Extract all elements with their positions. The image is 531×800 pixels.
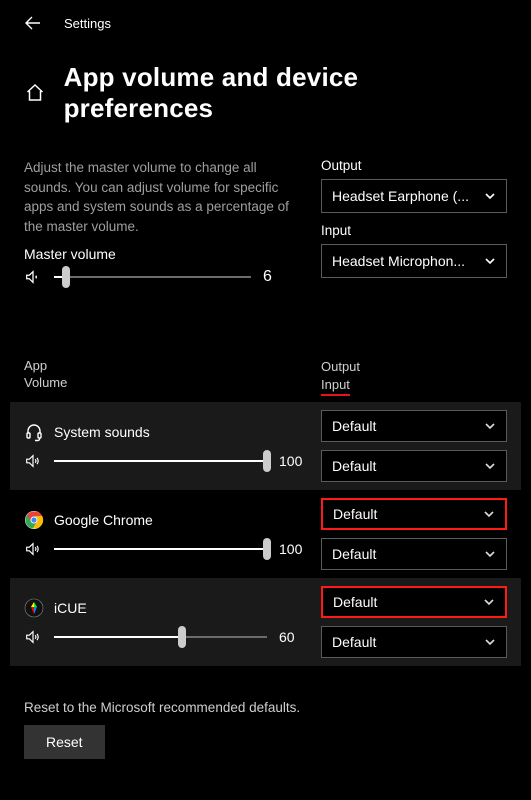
app-input-value: Default	[332, 458, 376, 474]
app-input-dropdown[interactable]: Default	[321, 626, 507, 658]
input-device-value: Headset Microphon...	[332, 253, 465, 269]
app-volume-slider[interactable]	[54, 548, 267, 550]
output-label: Output	[321, 158, 507, 173]
output-device-value: Headset Earphone (...	[332, 188, 469, 204]
app-output-dropdown[interactable]: Default	[321, 586, 507, 618]
master-volume-control: 6	[24, 268, 293, 286]
reset-description: Reset to the Microsoft recommended defau…	[24, 700, 507, 715]
chevron-down-icon	[484, 420, 496, 432]
title-bar: Settings	[24, 0, 507, 40]
chevron-down-icon	[483, 596, 495, 608]
speaker-icon[interactable]	[24, 628, 42, 646]
page-header: App volume and device preferences	[24, 62, 507, 124]
app-icon	[24, 422, 44, 442]
app-input-value: Default	[332, 634, 376, 650]
app-row: Google Chrome 100 Default Default	[24, 490, 507, 578]
speaker-icon[interactable]	[24, 452, 42, 470]
app-output-value: Default	[333, 506, 377, 522]
output-device-dropdown[interactable]: Headset Earphone (...	[321, 179, 507, 213]
app-volume-value: 100	[279, 541, 309, 557]
speaker-icon[interactable]	[24, 540, 42, 558]
app-volume-slider[interactable]	[54, 636, 267, 638]
chevron-down-icon	[484, 460, 496, 472]
app-volume-value: 100	[279, 453, 309, 469]
app-name: iCUE	[54, 600, 87, 616]
app-icon	[24, 510, 44, 530]
input-device-dropdown[interactable]: Headset Microphon...	[321, 244, 507, 278]
app-volume-value: 60	[279, 629, 309, 645]
header-input: Input	[321, 376, 350, 397]
home-button[interactable]	[24, 82, 46, 104]
app-name: System sounds	[54, 424, 150, 440]
chevron-down-icon	[484, 636, 496, 648]
header-output: Output	[321, 359, 360, 374]
app-row: iCUE 60 Default Default	[10, 578, 521, 666]
home-icon	[25, 83, 45, 103]
chevron-down-icon	[484, 255, 496, 267]
chevron-down-icon	[484, 190, 496, 202]
app-row: System sounds 100 Default Default	[10, 402, 521, 490]
app-input-dropdown[interactable]: Default	[321, 450, 507, 482]
reset-button[interactable]: Reset	[24, 725, 105, 759]
app-output-value: Default	[332, 418, 376, 434]
master-volume-label: Master volume	[24, 246, 293, 262]
input-label: Input	[321, 223, 507, 238]
app-output-dropdown[interactable]: Default	[321, 410, 507, 442]
speaker-icon[interactable]	[24, 268, 42, 286]
app-output-dropdown[interactable]: Default	[321, 498, 507, 530]
app-title: Settings	[64, 16, 111, 31]
app-name: Google Chrome	[54, 512, 153, 528]
back-button[interactable]	[24, 14, 42, 32]
master-volume-value: 6	[263, 268, 293, 286]
app-table-header: App Volume Output Input	[24, 358, 507, 396]
app-icon	[24, 598, 44, 618]
header-app: App	[24, 358, 47, 373]
header-volume: Volume	[24, 375, 67, 390]
page-description: Adjust the master volume to change all s…	[24, 158, 293, 236]
app-output-value: Default	[333, 594, 377, 610]
page-title: App volume and device preferences	[64, 62, 507, 124]
chevron-down-icon	[484, 548, 496, 560]
app-input-dropdown[interactable]: Default	[321, 538, 507, 570]
master-volume-slider[interactable]	[54, 276, 251, 278]
chevron-down-icon	[483, 508, 495, 520]
back-arrow-icon	[25, 15, 41, 31]
app-volume-slider[interactable]	[54, 460, 267, 462]
app-input-value: Default	[332, 546, 376, 562]
